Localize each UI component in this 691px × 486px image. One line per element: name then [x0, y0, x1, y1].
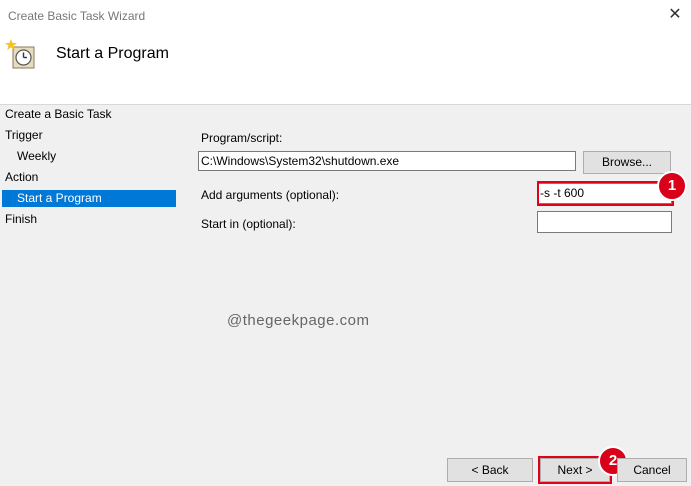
nav-step-trigger: Trigger	[5, 128, 43, 142]
nav-step-start-a-program: Start a Program	[2, 190, 176, 207]
cancel-button[interactable]: Cancel	[617, 458, 687, 482]
title-bar: Create Basic Task Wizard ✕	[0, 0, 691, 31]
wizard-header: Start a Program	[0, 31, 691, 105]
program-script-input[interactable]: C:\Windows\System32\shutdown.exe	[198, 151, 576, 171]
annotation-badge-1: 1	[657, 171, 687, 201]
browse-button[interactable]: Browse...	[583, 151, 671, 174]
add-arguments-label: Add arguments (optional):	[201, 188, 340, 202]
watermark: @thegeekpage.com	[227, 312, 370, 329]
task-scheduler-clock-icon	[5, 39, 35, 69]
nav-step-create-basic-task: Create a Basic Task	[5, 107, 112, 121]
back-button[interactable]: < Back	[447, 458, 533, 482]
page-title: Start a Program	[56, 45, 169, 62]
program-script-label: Program/script:	[201, 131, 283, 145]
window-title: Create Basic Task Wizard	[8, 9, 146, 23]
close-button[interactable]: ✕	[664, 4, 686, 26]
start-in-label: Start in (optional):	[201, 217, 296, 231]
annotation-highlight-arguments	[537, 181, 674, 206]
nav-step-finish: Finish	[5, 212, 38, 226]
start-in-input[interactable]	[537, 211, 672, 233]
nav-step-weekly: Weekly	[17, 149, 57, 163]
wizard-steps-nav: Create a Basic Task Trigger Weekly Actio…	[0, 104, 184, 486]
nav-step-action: Action	[5, 170, 39, 184]
